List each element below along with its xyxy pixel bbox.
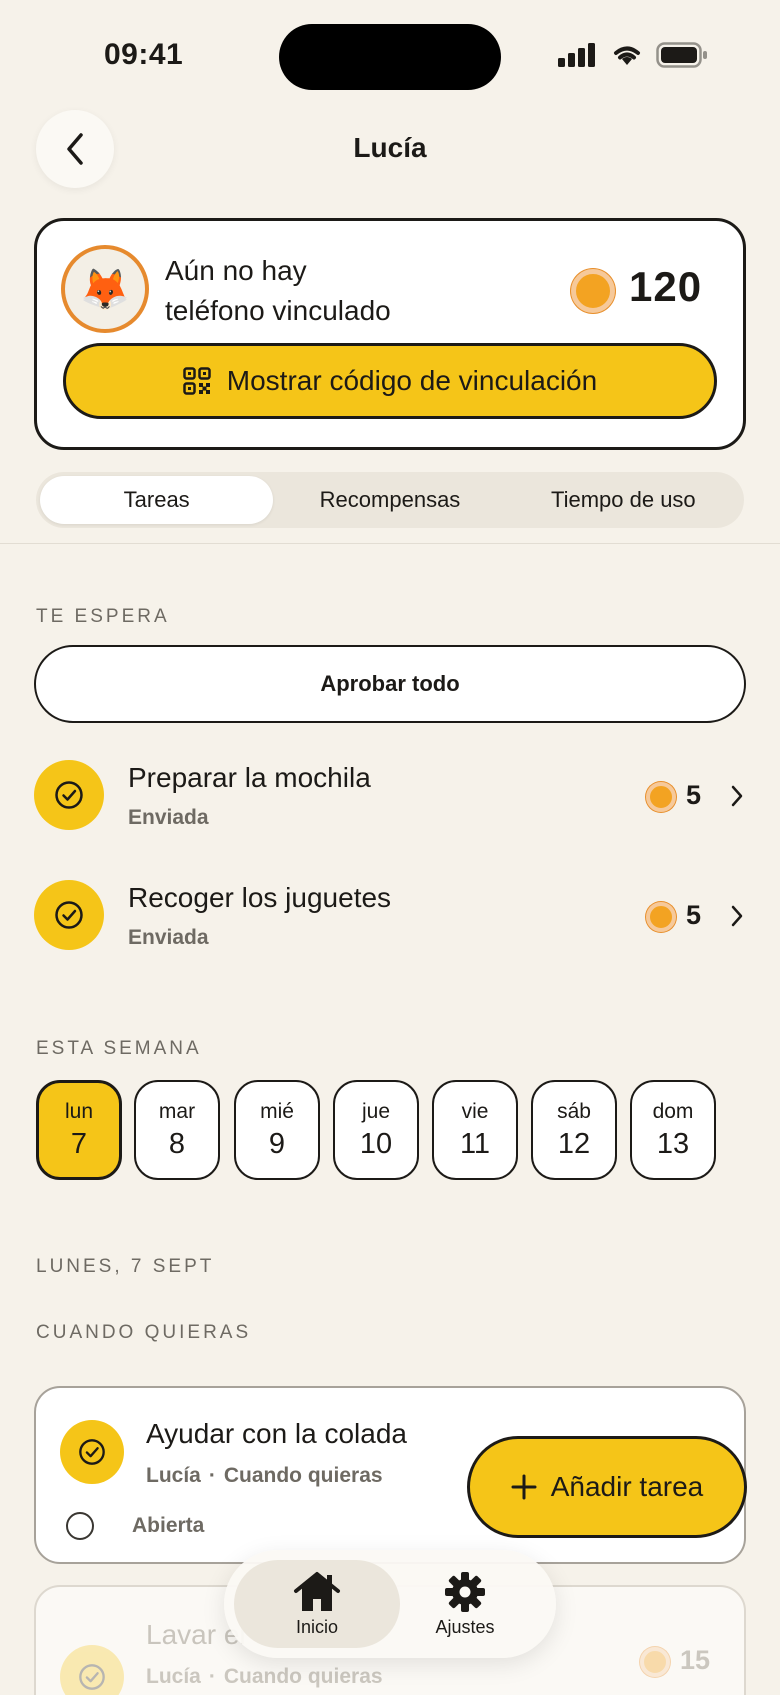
task-state: Abierta	[132, 1514, 205, 1537]
meta-separator: ·	[208, 1464, 216, 1487]
section-label-anytime: CUANDO QUIERAS	[36, 1322, 252, 1343]
dynamic-island	[279, 24, 501, 90]
check-circle-icon	[60, 1645, 124, 1695]
home-icon	[294, 1571, 340, 1611]
chevron-right-icon	[731, 785, 743, 807]
day-number: 7	[70, 1127, 88, 1160]
task-status: Enviada	[128, 926, 209, 949]
day-number: 11	[459, 1127, 491, 1160]
day-mie[interactable]: mié 9	[234, 1080, 320, 1180]
task-assignee: Lucía	[146, 1665, 201, 1688]
day-sab[interactable]: sáb 12	[531, 1080, 617, 1180]
tab-tiempo-de-uso[interactable]: Tiempo de uso	[507, 476, 740, 524]
plus-icon	[511, 1474, 537, 1500]
day-jue[interactable]: jue 10	[333, 1080, 419, 1180]
chevron-right-icon	[731, 905, 743, 927]
day-mar[interactable]: mar 8	[134, 1080, 220, 1180]
add-task-label: Añadir tarea	[550, 1471, 704, 1502]
check-circle-icon	[34, 880, 104, 950]
wifi-icon	[614, 46, 640, 65]
status-time: 09:41	[104, 38, 184, 71]
qr-code-icon	[183, 367, 211, 395]
show-link-code-label: Mostrar código de vinculación	[226, 365, 598, 396]
nav-inicio[interactable]: Inicio	[234, 1560, 400, 1648]
task-coins: 5	[686, 780, 702, 810]
coin-icon	[646, 902, 676, 932]
status-icons	[558, 42, 708, 68]
section-label-week: ESTA SEMANA	[36, 1038, 202, 1059]
divider	[0, 543, 780, 544]
list-item[interactable]: Preparar la mochila Enviada 5	[34, 760, 746, 840]
task-coins: 5	[686, 900, 702, 930]
day-number: 13	[656, 1127, 690, 1160]
tab-recompensas[interactable]: Recompensas	[273, 476, 506, 524]
gear-icon	[445, 1571, 485, 1612]
day-number: 8	[168, 1127, 186, 1160]
day-name: lun	[64, 1099, 94, 1123]
task-status: Enviada	[128, 806, 209, 829]
section-label-date: LUNES, 7 SEPT	[36, 1256, 215, 1277]
day-dom[interactable]: dom 13	[630, 1080, 716, 1180]
show-link-code-button[interactable]: Mostrar código de vinculación	[63, 343, 717, 419]
day-lun[interactable]: lun 7	[36, 1080, 122, 1180]
task-assignee: Lucía	[146, 1464, 201, 1487]
coin-balance: 120	[629, 263, 703, 310]
day-name: vie	[461, 1099, 489, 1123]
check-circle-icon	[60, 1420, 124, 1484]
coin-icon	[646, 782, 676, 812]
day-name: mié	[260, 1099, 294, 1123]
day-vie[interactable]: vie 11	[432, 1080, 518, 1180]
profile-card: 🦊 Aún no hay teléfono vinculado 120 Most…	[34, 218, 746, 450]
task-title: Recoger los juguetes	[128, 882, 392, 913]
meta-separator: ·	[208, 1665, 216, 1688]
task-schedule: Cuando quieras	[223, 1464, 383, 1487]
signal-icon	[558, 43, 595, 67]
day-name: mar	[158, 1099, 196, 1123]
day-number: 9	[268, 1127, 286, 1160]
task-title: Ayudar con la colada	[146, 1418, 407, 1449]
coin-icon	[640, 1647, 670, 1677]
battery-icon	[656, 42, 707, 68]
day-name: jue	[361, 1099, 391, 1123]
status-circle-icon	[66, 1512, 94, 1540]
nav-label: Inicio	[295, 1616, 339, 1637]
task-meta: Lucía · Cuando quieras	[146, 1464, 383, 1488]
page-title: Lucía	[353, 132, 427, 163]
task-schedule: Cuando quieras	[223, 1665, 383, 1688]
tab-tareas[interactable]: Tareas	[40, 476, 274, 524]
list-item[interactable]: Recoger los juguetes Enviada 5	[34, 880, 746, 960]
approve-all-button[interactable]: Aprobar todo	[34, 645, 746, 723]
check-circle-icon	[34, 760, 104, 830]
coin-icon	[571, 269, 615, 313]
section-label-pending: TE ESPERA	[36, 606, 170, 627]
task-title: Preparar la mochila	[128, 762, 371, 793]
day-name: dom	[652, 1099, 694, 1123]
day-name: sáb	[557, 1099, 591, 1123]
add-task-button[interactable]: Añadir tarea	[467, 1436, 747, 1538]
day-number: 10	[359, 1127, 393, 1160]
link-status-line1: Aún no hay	[165, 255, 307, 286]
link-status: Aún no hay teléfono vinculado	[165, 251, 465, 331]
nav-ajustes[interactable]: Ajustes	[382, 1560, 548, 1648]
task-meta: Lucía · Cuando quieras	[146, 1665, 383, 1689]
link-status-line2: teléfono vinculado	[165, 295, 391, 326]
nav-label: Ajustes	[435, 1616, 495, 1637]
bottom-tab-bar: Inicio Ajustes	[224, 1550, 556, 1658]
fox-icon: 🦊	[80, 267, 130, 312]
segmented-tabs: Tareas Recompensas Tiempo de uso	[36, 472, 744, 528]
day-number: 12	[557, 1127, 591, 1160]
avatar: 🦊	[61, 245, 149, 333]
task-coins: 15	[680, 1645, 711, 1675]
